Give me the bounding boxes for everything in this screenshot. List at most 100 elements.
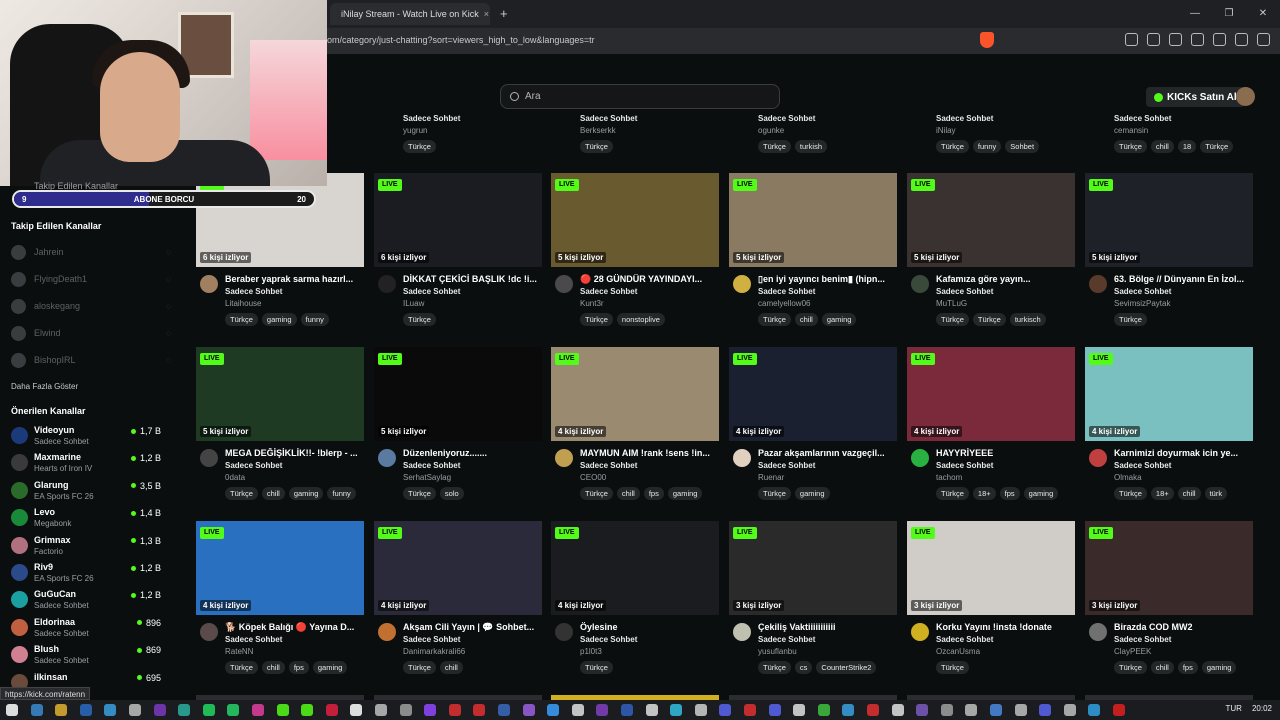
tag-chip[interactable]: Türkçe: [936, 140, 969, 153]
tag-chip[interactable]: Türkçe: [403, 313, 436, 326]
stream-category[interactable]: Sadece Sohbet: [403, 461, 460, 470]
stream-title[interactable]: Pazar akşamlarının vazgeçil...: [758, 448, 896, 458]
tag-chip[interactable]: fps: [643, 487, 664, 500]
taskbar-app-icon[interactable]: [867, 704, 879, 716]
taskbar-app-icon[interactable]: [252, 704, 264, 716]
streamer-name[interactable]: Kunt3r: [580, 299, 604, 308]
extensions-icon[interactable]: [1125, 33, 1138, 46]
taskbar-app-icon[interactable]: [596, 704, 609, 716]
stream-title[interactable]: Kafamıza göre yayın...: [936, 274, 1074, 284]
streamer-avatar[interactable]: [911, 623, 929, 641]
stream-card[interactable]: LIVE 4 kişi izliyor HAYYRİYEEE Sadece Sohbe…: [907, 347, 1075, 507]
tag-chip[interactable]: Türkçe: [225, 313, 258, 326]
taskbar-app-icon[interactable]: [891, 704, 904, 716]
stream-title[interactable]: 🔴 28 GÜNDÜR YAYINDAYI...: [580, 274, 718, 285]
user-avatar[interactable]: [1236, 87, 1255, 106]
tag-chip[interactable]: Türkçe: [580, 313, 613, 326]
tag-chip[interactable]: Türkçe: [758, 313, 791, 326]
taskbar-app-icon[interactable]: [55, 704, 68, 716]
taskbar-app-icon[interactable]: [498, 704, 510, 716]
taskbar-app-icon[interactable]: [448, 704, 461, 716]
taskbar-app-icon[interactable]: [350, 704, 363, 716]
stream-category[interactable]: Sadece Sohbet: [403, 114, 460, 123]
media-icon[interactable]: [1169, 33, 1182, 46]
stream-thumbnail[interactable]: LIVE 5 kişi izliyor: [1085, 173, 1253, 267]
tag-chip[interactable]: Türkçe: [580, 661, 613, 674]
tag-chip[interactable]: fps: [999, 487, 1020, 500]
taskbar-app-icon[interactable]: [645, 704, 658, 716]
stream-card[interactable]: LIVE 5 kişi izliyor MEGA DEĞİŞİKLİK!!- !bl…: [196, 347, 364, 507]
streamer-name[interactable]: yugrun: [403, 126, 427, 135]
streamer-name[interactable]: MuTLuG: [936, 299, 967, 308]
taskbar-app-icon[interactable]: [965, 704, 978, 716]
tag-chip[interactable]: cs: [794, 661, 813, 674]
tag-chip[interactable]: gaming: [1023, 487, 1059, 500]
taskbar-app-icon[interactable]: [1113, 704, 1125, 716]
stream-category[interactable]: Sadece Sohbet: [758, 461, 815, 470]
stream-thumbnail[interactable]: LIVE6 kişi izliyor: [196, 173, 364, 267]
taskbar-app-icon[interactable]: [1039, 704, 1052, 716]
show-more-link[interactable]: Daha Fazla Göster: [11, 382, 78, 391]
maximize-button[interactable]: ❐: [1212, 0, 1246, 28]
taskbar-app-icon[interactable]: [571, 704, 584, 716]
streamer-name[interactable]: SevimsizPaytak: [1114, 299, 1170, 308]
taskbar-app-icon[interactable]: [202, 704, 215, 716]
tag-chip[interactable]: gaming: [667, 487, 703, 500]
tag-chip[interactable]: Türkçe: [225, 487, 258, 500]
taskbar-app-icon[interactable]: [916, 704, 929, 716]
stream-category[interactable]: Sadece Sohbet: [936, 461, 993, 470]
sidebar-recommended-item[interactable]: Eldorinaa Sadece Sohbet 896: [11, 616, 161, 642]
stream-category[interactable]: Sadece Sohbet: [580, 635, 637, 644]
tag-chip[interactable]: chill: [1177, 487, 1201, 500]
taskbar-app-icon[interactable]: [153, 704, 166, 716]
sidebar-recommended-item[interactable]: GuGuCan Sadece Sohbet 1,2 B: [11, 588, 161, 614]
streamer-avatar[interactable]: [733, 449, 751, 467]
tag-chip[interactable]: 18+: [972, 487, 996, 500]
taskbar-app-icon[interactable]: [227, 704, 240, 716]
stream-card[interactable]: LIVE 4 kişi izliyor Karnimizi doyurmak ici…: [1085, 347, 1253, 507]
stream-card[interactable]: LIVE 3 kişi izliyor Birazda COD MW2 Sadece …: [1085, 521, 1253, 681]
stream-category[interactable]: Sadece Sohbet: [403, 287, 460, 296]
taskbar-app-icon[interactable]: [325, 704, 338, 716]
streamer-name[interactable]: Danimarkakrali66: [403, 647, 465, 656]
stream-title[interactable]: Beraber yaprak sarma hazırl...: [225, 274, 363, 284]
tag-chip[interactable]: gaming: [261, 313, 297, 326]
stream-card[interactable]: LIVE 5 kişi izliyor 🔴 28 GÜNDÜR YAYINDAYI.…: [551, 173, 719, 333]
streamer-avatar[interactable]: [733, 275, 751, 293]
tag-chip[interactable]: nonstoplive: [616, 313, 665, 326]
sidebar-recommended-item[interactable]: Levo Megabonk 1,4 B: [11, 506, 161, 532]
stream-title[interactable]: Öylesine: [580, 622, 718, 632]
streamer-name[interactable]: ILuaw: [403, 299, 424, 308]
stream-title[interactable]: MAYMUN AIM !rank !sens !in...: [580, 448, 718, 458]
tag-chip[interactable]: Türkçe: [972, 313, 1006, 326]
stream-category[interactable]: Sadece Sohbet: [1114, 114, 1171, 123]
stream-title[interactable]: Çekiliş Vaktiiiiiiiiiii: [758, 622, 896, 632]
stream-thumbnail[interactable]: LIVE 3 kişi izliyor: [1085, 521, 1253, 615]
streamer-avatar[interactable]: [378, 275, 396, 293]
stream-thumbnail[interactable]: LIVE 4 kişi izliyor: [1085, 347, 1253, 441]
tag-chip[interactable]: Türkçe: [225, 661, 258, 674]
menu-icon[interactable]: [1257, 33, 1270, 46]
stream-category[interactable]: Sadece Sohbet: [580, 461, 637, 470]
stream-title[interactable]: DİKKAT ÇEKİCİ BAŞLIK !dc !i...: [403, 274, 541, 284]
tag-chip[interactable]: chill: [1150, 661, 1174, 674]
stream-card[interactable]: LIVE 3 kişi izliyor Korku Yayını !insta !d…: [907, 521, 1075, 681]
new-tab-button[interactable]: +: [500, 6, 508, 21]
tag-chip[interactable]: CounterStrike2: [816, 661, 877, 674]
streamer-name[interactable]: ClayPEEK: [1114, 647, 1151, 656]
buy-kicks-button[interactable]: KICKs Satın Al: [1146, 87, 1245, 107]
taskbar-app-icon[interactable]: [399, 704, 412, 716]
streamer-avatar[interactable]: [555, 449, 573, 467]
streamer-avatar[interactable]: [1089, 275, 1107, 293]
brave-shield-icon[interactable]: [980, 32, 994, 48]
sidebar-icon[interactable]: [1191, 33, 1204, 46]
taskbar-app-icon[interactable]: [104, 704, 117, 716]
stream-card[interactable]: LIVE 4 kişi izliyor Akşam Cili Yayın | 💬 S…: [374, 521, 542, 681]
streamer-avatar[interactable]: [911, 449, 929, 467]
stream-thumbnail[interactable]: LIVE 4 kişi izliyor: [196, 521, 364, 615]
streamer-avatar[interactable]: [1089, 623, 1107, 641]
vpn-icon[interactable]: [1235, 33, 1248, 46]
tag-chip[interactable]: chill: [794, 313, 818, 326]
tag-chip[interactable]: chill: [616, 487, 640, 500]
stream-category[interactable]: Sadece Sohbet: [225, 461, 282, 470]
